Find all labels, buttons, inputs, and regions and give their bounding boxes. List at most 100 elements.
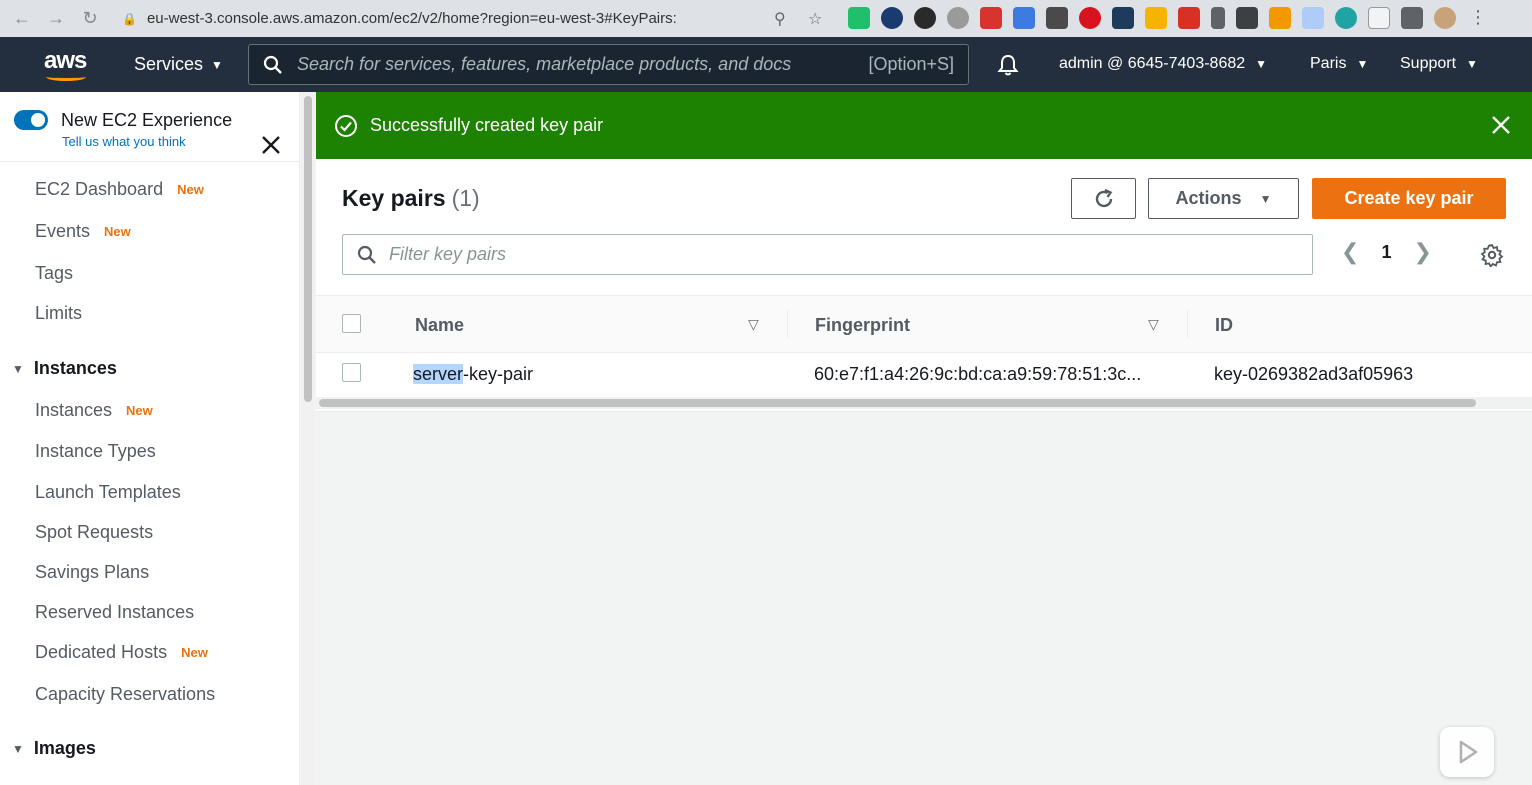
filter-key-pairs-input[interactable]: Filter key pairs xyxy=(342,234,1313,275)
zoom-icon[interactable]: ⚲ xyxy=(774,9,786,29)
forward-icon[interactable]: → xyxy=(44,8,68,29)
sidebar-item-instances[interactable]: Instances New xyxy=(35,400,153,421)
puzzle-icon[interactable] xyxy=(1401,7,1423,29)
sidebar-item-limits[interactable]: Limits xyxy=(35,303,82,324)
search-icon xyxy=(263,55,282,74)
reload-icon[interactable]: ↻ xyxy=(78,8,102,29)
divider xyxy=(0,161,299,162)
actions-dropdown[interactable]: Actions ▼ xyxy=(1148,178,1299,219)
table-header: Name ▽ Fingerprint ▽ ID xyxy=(316,295,1532,353)
extension-icon[interactable] xyxy=(914,7,936,29)
caret-down-icon: ▼ xyxy=(1466,57,1478,71)
sort-icon[interactable]: ▽ xyxy=(748,316,759,333)
sidebar-item-capacity-reservations[interactable]: Capacity Reservations xyxy=(35,684,215,705)
sidebar-item-reserved-instances[interactable]: Reserved Instances xyxy=(35,602,194,623)
table-horizontal-scrollbar[interactable] xyxy=(316,397,1532,409)
column-divider[interactable] xyxy=(1187,310,1188,338)
flash-message: Successfully created key pair xyxy=(370,115,604,135)
sidebar-item-tags[interactable]: Tags xyxy=(35,263,73,284)
sidebar-item-savings-plans[interactable]: Savings Plans xyxy=(35,562,149,583)
sidebar-item-events[interactable]: Events New xyxy=(35,221,131,242)
notifications-bell-icon[interactable] xyxy=(996,53,1020,77)
caret-down-icon: ▼ xyxy=(12,741,24,756)
close-icon[interactable] xyxy=(260,134,282,156)
key-pair-name[interactable]: server-key-pair xyxy=(413,364,533,385)
refresh-button[interactable] xyxy=(1071,178,1136,219)
extension-icon[interactable] xyxy=(881,7,903,29)
sidebar-section-instances[interactable]: ▼ Instances xyxy=(12,358,117,379)
previous-page-icon[interactable]: ❮ xyxy=(1341,239,1359,265)
sidebar-item-launch-templates[interactable]: Launch Templates xyxy=(35,482,181,503)
play-icon xyxy=(1459,740,1478,764)
profile-avatar[interactable] xyxy=(1434,7,1456,29)
new-experience-toggle[interactable] xyxy=(14,110,48,130)
next-page-icon[interactable]: ❯ xyxy=(1413,239,1431,265)
sidebar-item-ec2-dashboard[interactable]: EC2 Dashboard New xyxy=(35,179,204,200)
extensions-bar: ⋮ xyxy=(848,7,1489,29)
sidebar-section-images[interactable]: ▼ Images xyxy=(12,738,96,759)
table-row[interactable]: server-key-pair 60:e7:f1:a4:26:9c:bd:ca:… xyxy=(316,353,1532,399)
extension-icon[interactable] xyxy=(947,7,969,29)
aws-top-nav: aws Services ▼ Search for services, feat… xyxy=(0,37,1532,92)
new-badge: New xyxy=(104,224,131,239)
region-menu[interactable]: Paris ▼ xyxy=(1310,55,1368,73)
column-header-name[interactable]: Name xyxy=(415,315,464,336)
extension-icon[interactable] xyxy=(1013,7,1035,29)
caret-down-icon: ▼ xyxy=(211,57,223,72)
column-divider[interactable] xyxy=(787,310,788,338)
scrollbar-thumb[interactable] xyxy=(304,96,312,402)
page-number[interactable]: 1 xyxy=(1381,242,1391,263)
extension-icon[interactable] xyxy=(1112,7,1134,29)
bookmark-star-icon[interactable]: ☆ xyxy=(808,9,822,29)
global-search-input[interactable]: Search for services, features, marketpla… xyxy=(248,44,969,85)
preferences-gear-icon[interactable] xyxy=(1480,243,1504,267)
extension-icon[interactable] xyxy=(1046,7,1068,29)
new-badge: New xyxy=(177,182,204,197)
dismiss-close-icon[interactable] xyxy=(1490,114,1512,136)
feedback-link[interactable]: Tell us what you think xyxy=(62,134,186,149)
ec2-sidebar: New EC2 Experience Tell us what you thin… xyxy=(0,92,300,785)
create-key-pair-button[interactable]: Create key pair xyxy=(1312,178,1506,219)
selected-text: server xyxy=(413,364,464,384)
sort-icon[interactable]: ▽ xyxy=(1148,316,1159,333)
search-icon xyxy=(357,245,376,264)
select-all-checkbox[interactable] xyxy=(342,314,361,333)
row-checkbox[interactable] xyxy=(342,363,361,382)
caret-down-icon: ▼ xyxy=(1259,191,1272,206)
extension-icon[interactable] xyxy=(1302,7,1324,29)
sidebar-item-dedicated-hosts[interactable]: Dedicated Hosts New xyxy=(35,642,208,663)
support-menu[interactable]: Support ▼ xyxy=(1400,55,1478,73)
video-play-button[interactable] xyxy=(1440,727,1494,777)
sidebar-item-spot-requests[interactable]: Spot Requests xyxy=(35,522,153,543)
extension-icon[interactable] xyxy=(1211,7,1225,29)
scrollbar-thumb[interactable] xyxy=(319,399,1476,407)
extension-icon[interactable] xyxy=(1145,7,1167,29)
account-menu[interactable]: admin @ 6645-7403-8682 ▼ xyxy=(1059,55,1267,73)
caret-down-icon: ▼ xyxy=(1255,57,1268,71)
success-flashbar: Successfully created key pair xyxy=(316,92,1532,159)
new-experience-toggle-area: New EC2 Experience Tell us what you thin… xyxy=(14,108,298,168)
extension-icon[interactable] xyxy=(980,7,1002,29)
extension-icon[interactable] xyxy=(1269,7,1291,29)
lock-icon: 🔒 xyxy=(122,11,137,26)
services-menu[interactable]: Services ▼ xyxy=(134,54,223,75)
browser-toolbar: ← → ↻ 🔒 eu-west-3.console.aws.amazon.com… xyxy=(0,0,1532,37)
aws-logo[interactable]: aws xyxy=(44,47,92,81)
address-bar[interactable]: 🔒 eu-west-3.console.aws.amazon.com/ec2/v… xyxy=(112,4,832,33)
extension-icon[interactable] xyxy=(1368,7,1390,29)
kebab-menu-icon[interactable]: ⋮ xyxy=(1467,7,1489,29)
extension-icon[interactable] xyxy=(1178,7,1200,29)
key-pairs-panel: Key pairs (1) Actions ▼ Create key pair F… xyxy=(316,159,1532,412)
sidebar-item-instance-types[interactable]: Instance Types xyxy=(35,441,156,462)
page-title: Key pairs (1) xyxy=(342,185,480,211)
extension-icon[interactable] xyxy=(1335,7,1357,29)
sidebar-scrollbar[interactable] xyxy=(301,92,315,785)
pagination: ❮ 1 ❯ xyxy=(1341,239,1432,265)
column-header-fingerprint[interactable]: Fingerprint xyxy=(815,315,910,336)
extension-icon[interactable] xyxy=(848,7,870,29)
extension-icon[interactable] xyxy=(1079,7,1101,29)
aws-smile-icon xyxy=(46,73,86,81)
back-icon[interactable]: ← xyxy=(10,8,34,29)
column-header-id[interactable]: ID xyxy=(1215,315,1233,336)
extension-icon[interactable] xyxy=(1236,7,1258,29)
